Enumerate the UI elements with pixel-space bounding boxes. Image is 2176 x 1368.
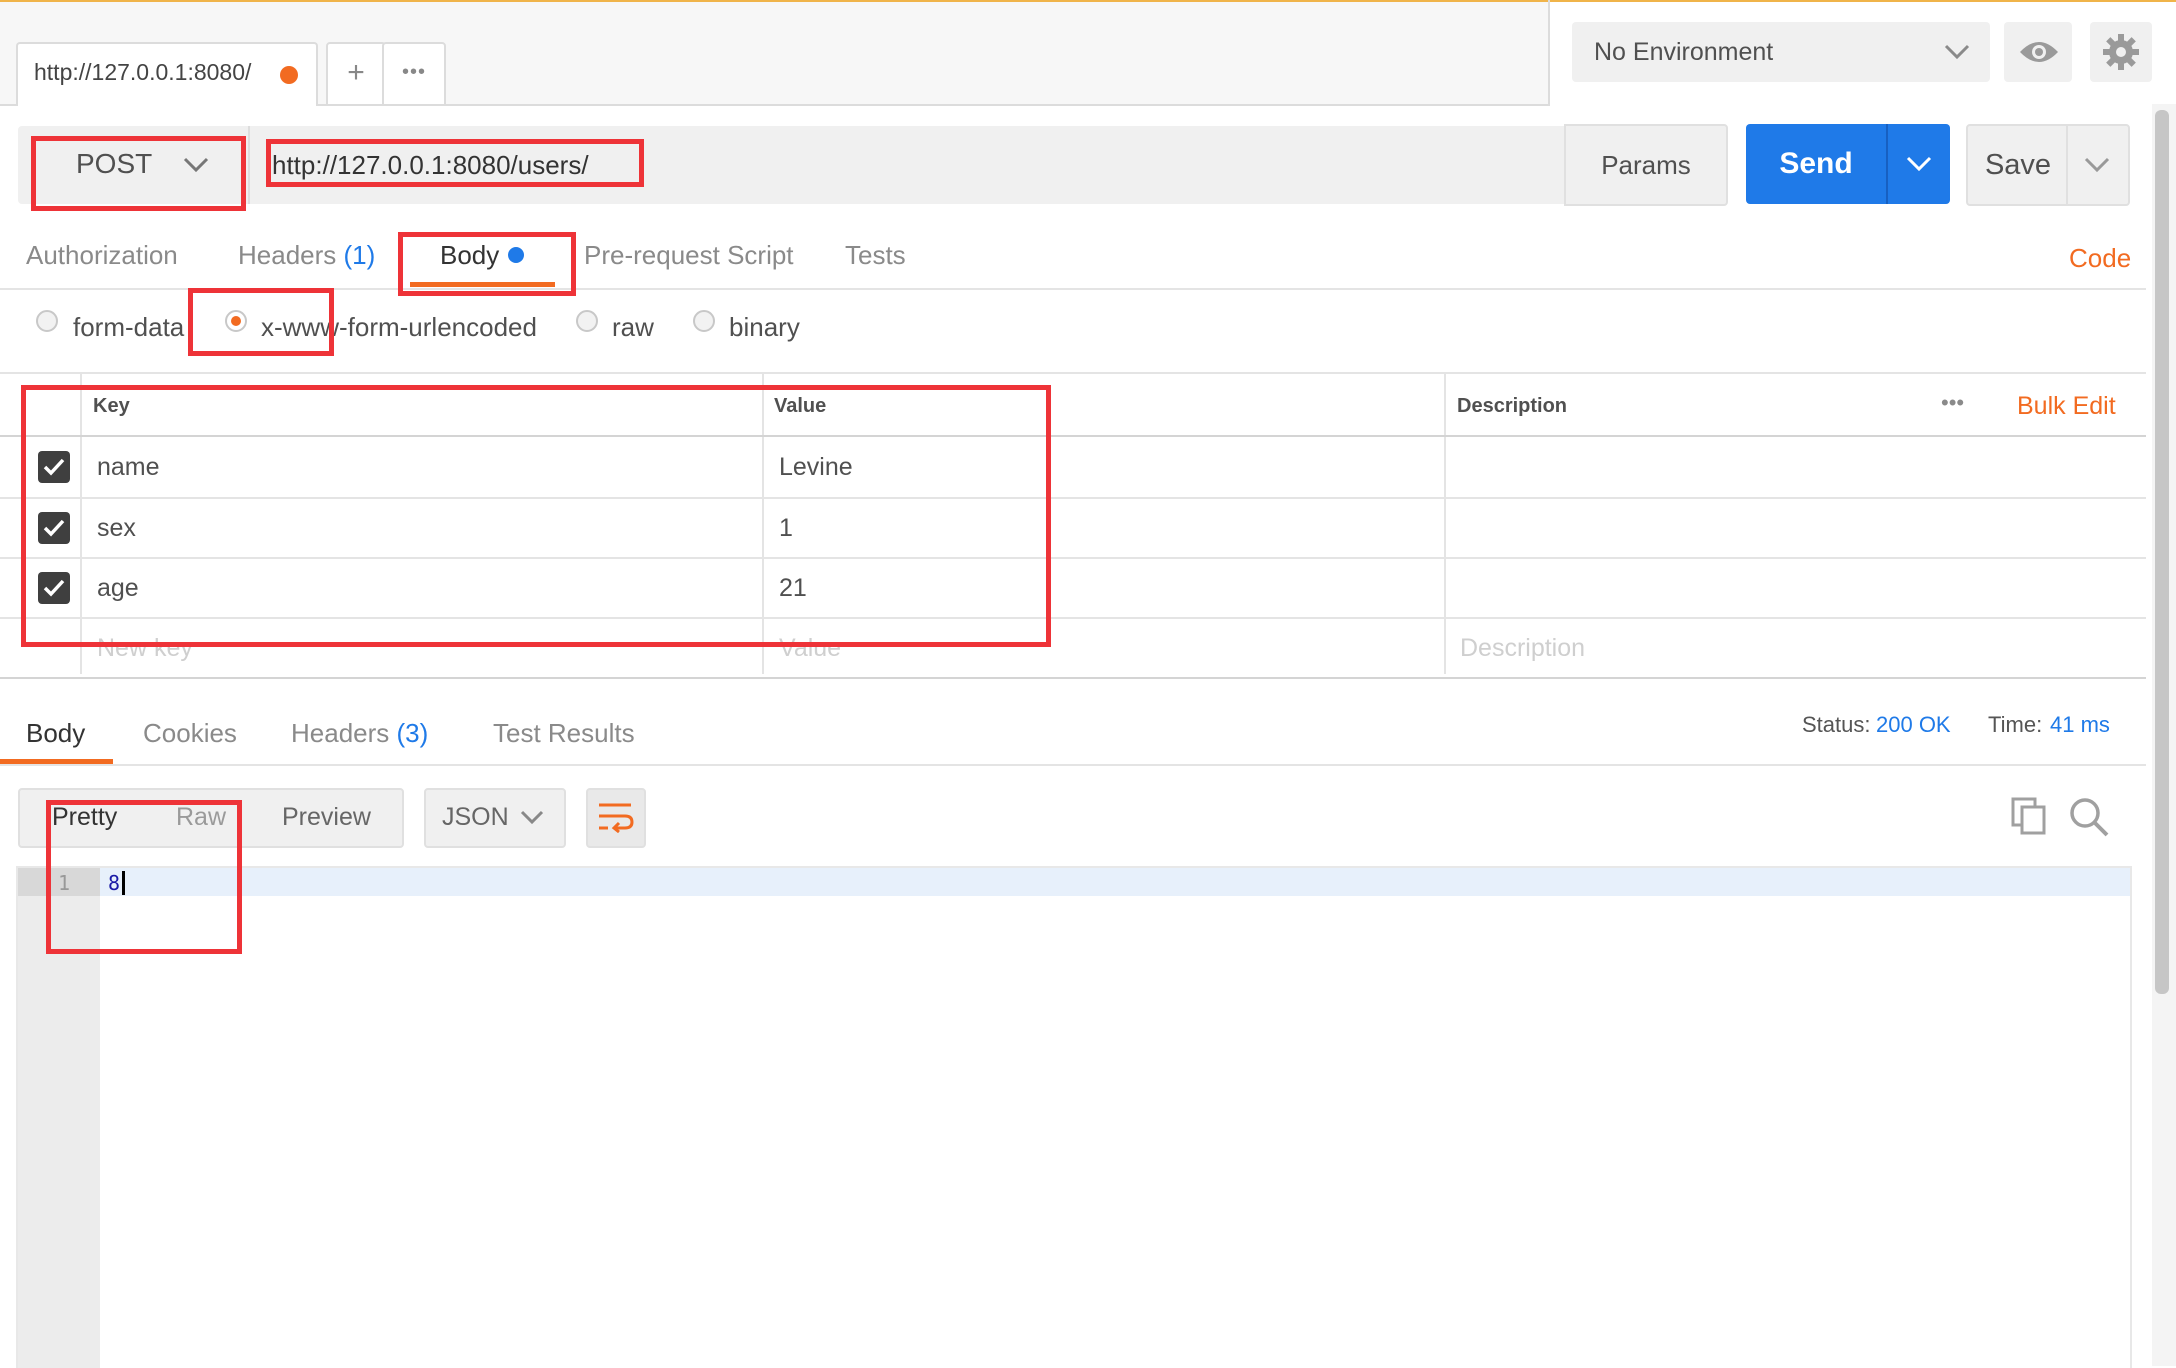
more-icon: ••• [401, 61, 426, 83]
page-scrollbar-thumb[interactable] [2155, 110, 2169, 994]
view-mode-preview[interactable]: Preview [282, 803, 371, 832]
tab-options-button[interactable]: ••• [382, 42, 446, 106]
response-tabs-divider [0, 764, 2146, 766]
request-tab[interactable]: http://127.0.0.1:8080/ [16, 42, 318, 106]
response-tab-test-results[interactable]: Test Results [493, 718, 635, 749]
status-label: Status: [1802, 712, 1871, 737]
send-label: Send [1779, 147, 1853, 180]
tab-authorization[interactable]: Authorization [26, 240, 178, 271]
send-options-button[interactable] [1886, 124, 1950, 204]
radio-raw[interactable] [576, 310, 598, 332]
tab-pre-request-script[interactable]: Pre-request Script [584, 240, 794, 271]
raw-label: raw [612, 312, 654, 342]
environment-quick-look-button[interactable] [2004, 22, 2072, 82]
send-button[interactable]: Send [1746, 124, 1886, 204]
annotation-box-body-tab [398, 232, 576, 296]
body-types-divider [0, 372, 2146, 374]
env-separator [1548, 0, 1550, 104]
code-link[interactable]: Code [2069, 243, 2131, 274]
active-line-highlight [100, 868, 2130, 896]
manage-environments-button[interactable] [2090, 22, 2152, 82]
status-value[interactable]: 200 OK [1876, 712, 1951, 738]
search-icon[interactable] [2068, 796, 2110, 838]
tab-headers-label: Headers [238, 240, 337, 270]
save-options-button[interactable] [2066, 124, 2130, 206]
annotation-box-urlencoded [188, 288, 334, 356]
wrap-lines-button[interactable] [586, 788, 646, 848]
annotation-box-method [31, 136, 246, 211]
column-header-description: Description [1457, 395, 1568, 417]
gear-icon [2103, 34, 2139, 70]
response-tab-body[interactable]: Body [26, 718, 85, 749]
format-label: JSON [442, 803, 509, 831]
chevron-down-icon [1906, 156, 1932, 172]
tab-tests[interactable]: Tests [845, 240, 906, 271]
table-bottom-divider [0, 677, 2146, 679]
table-more-icon[interactable]: ••• [1941, 390, 1964, 416]
chevron-down-icon [2084, 157, 2110, 173]
environment-selected: No Environment [1594, 38, 1774, 66]
chevron-down-icon [1944, 44, 1970, 60]
unsaved-dot-icon [280, 66, 298, 84]
eye-icon [2020, 42, 2058, 62]
save-button[interactable]: Save [1966, 124, 2070, 206]
plus-icon: + [347, 56, 365, 89]
new-tab-button[interactable]: + [326, 42, 386, 106]
response-tab-cookies[interactable]: Cookies [143, 718, 237, 749]
binary-label: binary [729, 312, 800, 342]
save-label: Save [1984, 149, 2052, 181]
response-headers-label: Headers [291, 718, 390, 748]
annotation-box-url [266, 139, 644, 187]
wrap-icon [599, 803, 634, 833]
tab-headers[interactable]: Headers (1) [238, 240, 375, 271]
time-label: Time: [1988, 712, 2043, 737]
request-tab-title: http://127.0.0.1:8080/ [34, 59, 252, 85]
bulk-edit-link[interactable]: Bulk Edit [2017, 392, 2116, 421]
time-value[interactable]: 41 ms [2050, 712, 2110, 738]
annotation-box-params [21, 385, 1051, 647]
radio-form-data[interactable] [36, 310, 58, 332]
new-description-input[interactable]: Description [1460, 634, 1585, 663]
response-tab-headers[interactable]: Headers (3) [291, 718, 428, 749]
radio-binary[interactable] [693, 310, 715, 332]
format-select[interactable]: JSON [424, 788, 566, 848]
annotation-box-response [46, 800, 242, 954]
params-button[interactable]: Params [1564, 124, 1728, 206]
headers-count: (1) [343, 240, 376, 270]
chevron-down-icon [520, 810, 544, 825]
form-data-label: form-data [73, 312, 185, 342]
environment-select[interactable]: No Environment [1572, 22, 1990, 82]
copy-icon[interactable] [2010, 796, 2048, 836]
response-headers-count: (3) [396, 718, 429, 748]
response-code-editor[interactable]: 1 8 [16, 866, 2132, 1368]
params-label: Params [1601, 150, 1691, 180]
